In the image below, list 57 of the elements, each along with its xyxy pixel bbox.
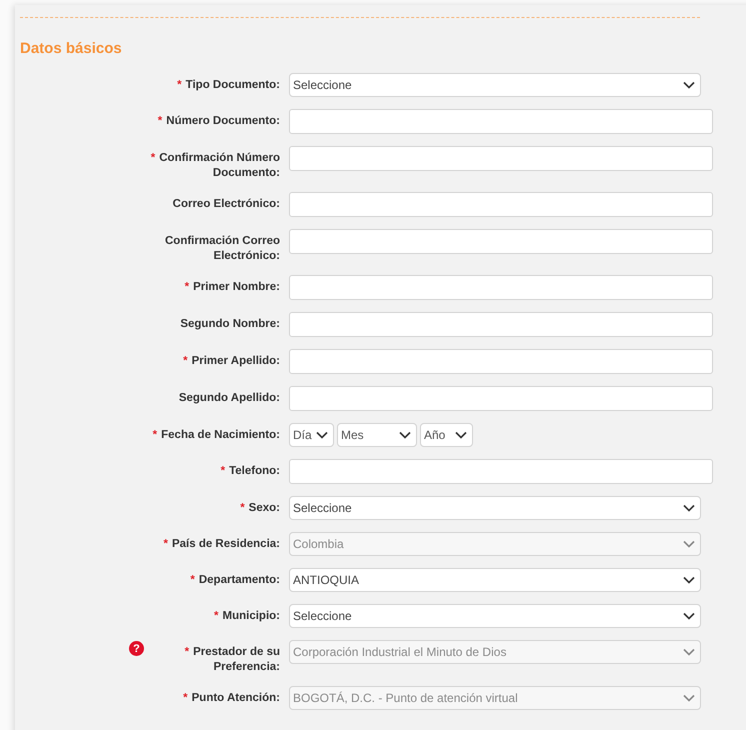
date-select[interactable]: Año xyxy=(420,423,473,447)
field-label: Segundo Apellido: xyxy=(178,392,280,404)
text-field[interactable] xyxy=(289,192,713,217)
field-label: Prestador de su Preferencia: xyxy=(193,646,280,673)
field-label: Telefono: xyxy=(229,465,280,477)
field-label: Confirmación Correo Electrónico: xyxy=(164,235,280,262)
text-field[interactable] xyxy=(289,459,713,484)
select-dropdown[interactable]: Seleccione xyxy=(289,496,701,520)
chevron-down-icon xyxy=(399,431,411,439)
required-mark: * xyxy=(158,115,162,127)
field-label: Correo Electrónico: xyxy=(172,198,280,210)
chevron-down-icon xyxy=(455,431,467,439)
required-mark: * xyxy=(163,538,168,550)
required-mark: * xyxy=(220,465,226,477)
text-field[interactable] xyxy=(289,146,713,171)
chevron-down-icon xyxy=(683,694,695,702)
text-field[interactable] xyxy=(289,349,713,374)
field-label: Segundo Nombre: xyxy=(180,318,280,330)
field-label: Punto Atención: xyxy=(192,692,280,704)
required-mark: * xyxy=(184,281,190,293)
field-label: País de Residencia: xyxy=(172,538,280,550)
field-label: Primer Apellido: xyxy=(192,355,280,367)
field-label: Confirmación Número Documento: xyxy=(159,152,280,179)
text-field[interactable] xyxy=(289,386,713,411)
required-mark: * xyxy=(184,646,190,658)
date-select[interactable]: Día xyxy=(289,423,334,447)
field-label: Departamento: xyxy=(198,574,280,586)
chevron-down-icon xyxy=(683,648,695,656)
text-field[interactable] xyxy=(289,109,713,134)
field-label: Fecha de Nacimiento: xyxy=(161,429,280,441)
select-dropdown[interactable]: ANTIOQUIA xyxy=(289,568,701,592)
text-field[interactable] xyxy=(289,275,713,300)
required-mark: * xyxy=(152,429,158,441)
field-label: Número Documento: xyxy=(166,115,280,127)
chevron-down-icon xyxy=(316,431,328,439)
required-mark: * xyxy=(190,574,195,586)
field-label: Sexo: xyxy=(248,502,280,514)
select-dropdown[interactable]: Seleccione xyxy=(289,604,701,628)
select-dropdown[interactable]: Seleccione xyxy=(289,73,701,97)
section-title: Datos básicos xyxy=(20,40,123,58)
field-label: Tipo Documento: xyxy=(186,79,280,91)
required-mark: * xyxy=(150,152,156,164)
text-field[interactable] xyxy=(289,229,713,254)
chevron-down-icon xyxy=(683,576,695,584)
required-mark: * xyxy=(214,610,218,622)
chevron-down-icon xyxy=(683,504,695,512)
required-mark: * xyxy=(240,502,245,514)
required-mark: * xyxy=(183,692,188,704)
field-label: Municipio: xyxy=(222,610,280,622)
chevron-down-icon xyxy=(683,612,695,620)
required-mark: * xyxy=(177,79,182,91)
required-mark: * xyxy=(183,355,188,367)
chevron-down-icon xyxy=(683,81,695,89)
chevron-down-icon xyxy=(683,540,695,548)
text-field[interactable] xyxy=(289,312,713,337)
date-select[interactable]: Mes xyxy=(337,423,417,447)
field-label: Primer Nombre: xyxy=(193,281,280,293)
